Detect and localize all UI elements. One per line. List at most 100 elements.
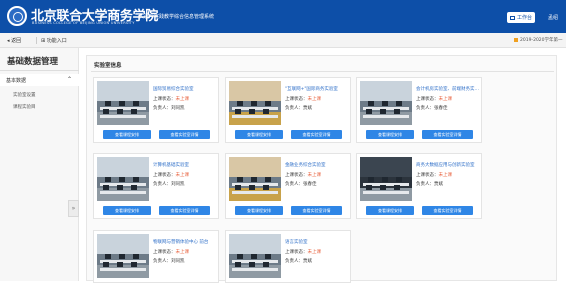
lab-name[interactable]: 语言实验室 (285, 239, 349, 245)
lab-manager: 负责人：刘同凯 (153, 105, 185, 111)
view-schedule-button[interactable]: 查看课程安排 (235, 130, 283, 139)
lab-status: 上课状态：未上课 (153, 172, 189, 178)
status-value: 未上课 (307, 173, 322, 178)
menu-group-basic-data[interactable]: 基本数据 ⌃ (0, 74, 79, 86)
lab-status: 上课状态：未上课 (416, 96, 452, 102)
page-title: 实验室信息 (94, 63, 122, 69)
view-lab-detail-button[interactable]: 查看实验室详情 (159, 130, 210, 139)
menu-group-label: 基本数据 (6, 78, 27, 84)
lab-photo[interactable] (360, 157, 412, 201)
lab-card: 金融业务综合实验室 上课状态：未上课 负责人：张春佳 查看课程安排 查看实验室详情 (225, 153, 351, 219)
lab-manager: 负责人：贾斌 (285, 105, 312, 111)
manager-value: 刘同凯 (171, 182, 185, 187)
sidebar: 基础数据管理 基本数据 ⌃ 实验室设置 课程实验目 » (0, 48, 79, 281)
status-value: 未上课 (438, 173, 453, 178)
manager-label: 负责人： (285, 106, 303, 111)
divider (0, 70, 79, 71)
breadcrumb-bar: ◂ 返回 ⊞ 功能入口 2019-2020学年第一 (0, 33, 566, 48)
status-value: 未上课 (175, 97, 190, 102)
lab-photo[interactable] (229, 234, 281, 278)
sidebar-item-lab-settings[interactable]: 实验室设置 (13, 92, 36, 98)
lab-status: 上课状态：未上课 (416, 172, 452, 178)
sidebar-item-course-experiments[interactable]: 课程实验目 (13, 104, 36, 110)
lab-manager: 负责人：贾斌 (285, 258, 312, 264)
divider (36, 37, 37, 44)
view-schedule-button[interactable]: 查看课程安排 (366, 206, 414, 215)
workbench-label: 工作台 (516, 15, 532, 21)
top-header: 北京联合大学商务学院 BUSINESS COLLEGE OF BEIJING U… (0, 0, 566, 33)
user-name[interactable]: 孟绍 (548, 14, 558, 21)
status-label: 上课状态： (285, 97, 308, 102)
view-schedule-button[interactable]: 查看课程安排 (103, 206, 151, 215)
manager-value: 刘同凯 (171, 106, 185, 111)
lab-status: 上课状态：未上课 (285, 172, 321, 178)
lab-card: 国际贸易综合实验室 上课状态：未上课 负责人：刘同凯查看课程安排 查看实验室详情 (93, 77, 219, 143)
manager-value: 贾斌 (434, 182, 443, 187)
manager-label: 负责人： (153, 106, 171, 111)
manager-value: 贾斌 (303, 259, 312, 264)
semester-label[interactable]: 2019-2020学年第一 (514, 37, 563, 43)
manager-label: 负责人： (285, 259, 303, 264)
lab-photo[interactable] (229, 157, 281, 201)
lab-card: 语言实验室 上课状态：未上课 负责人：贾斌 (225, 230, 351, 283)
status-label: 上课状态： (153, 173, 176, 178)
manager-label: 负责人： (416, 182, 434, 187)
lab-name[interactable]: 金融业务综合实验室 (285, 162, 349, 168)
lab-status: 上课状态：未上课 (153, 249, 189, 255)
lab-name[interactable]: 国际贸易综合实验室 (153, 86, 217, 92)
lab-card: 物联网与营销体验中心 前台 上课状态：未上课 负责人：刘同凯 (93, 230, 219, 283)
sidebar-title: 基础数据管理 (7, 57, 59, 67)
status-label: 上课状态： (285, 173, 308, 178)
lab-manager: 负责人：刘同凯 (153, 258, 185, 264)
lab-card: 商务大数据应用与创新实验室 上课状态：未上课 负责人：贾斌 查看课程安排 查看实验室详情 (356, 153, 482, 219)
manager-label: 负责人： (153, 182, 171, 187)
system-name: 实验与实践教学综合信息管理系统 (139, 14, 215, 20)
lab-photo[interactable] (97, 157, 149, 201)
status-label: 上课状态： (153, 250, 176, 255)
back-link[interactable]: ◂ 返回 (7, 37, 21, 44)
lab-photo[interactable] (229, 81, 281, 125)
lab-name[interactable]: 物联网与营销体验中心 前台 (153, 239, 217, 245)
lab-manager: 负责人：刘同凯 (153, 181, 185, 187)
lab-name[interactable]: 会计机房实验室、前端财务实验室 (416, 86, 480, 92)
workbench-button[interactable]: 工作台 (507, 12, 535, 23)
lab-status: 上课状态：未上课 (153, 96, 189, 102)
collapse-sidebar-handle[interactable]: » (68, 200, 79, 217)
status-label: 上课状态： (416, 173, 439, 178)
lab-card: 会计机房实验室、前端财务实验室 上课状态：未上课 负责人：张春佳查看课程安排 查看实验… (356, 77, 482, 143)
brand-subtitle: BUSINESS COLLEGE OF BEIJING UNION UNIVER… (32, 21, 135, 25)
lab-name[interactable]: 商务大数据应用与创新实验室 (416, 162, 480, 168)
lab-photo[interactable] (97, 81, 149, 125)
status-value: 未上课 (175, 250, 190, 255)
view-lab-detail-button[interactable]: 查看实验室详情 (291, 130, 342, 139)
view-schedule-button[interactable]: 查看课程安排 (366, 130, 414, 139)
view-lab-detail-button[interactable]: 查看实验室详情 (291, 206, 342, 215)
view-schedule-button[interactable]: 查看课程安排 (103, 130, 151, 139)
lab-status: 上课状态：未上课 (285, 96, 321, 102)
university-seal-icon (7, 6, 27, 26)
status-value: 未上课 (438, 97, 453, 102)
lab-card: "互联网+"国际商务实验室 上课状态：未上课 负责人：贾斌 查看课程安排 查看实验室详情 (225, 77, 351, 143)
manager-label: 负责人： (416, 106, 434, 111)
lab-photo[interactable] (360, 81, 412, 125)
view-schedule-button[interactable]: 查看课程安排 (235, 206, 283, 215)
lab-photo[interactable] (97, 234, 149, 278)
manager-label: 负责人： (153, 259, 171, 264)
view-lab-detail-button[interactable]: 查看实验室详情 (159, 206, 210, 215)
status-value: 未上课 (307, 97, 322, 102)
lab-manager: 负责人：张春佳 (285, 181, 317, 187)
manager-label: 负责人： (285, 182, 303, 187)
view-lab-detail-button[interactable]: 查看实验室详情 (422, 130, 473, 139)
function-entry-link[interactable]: ⊞ 功能入口 (41, 37, 67, 44)
lab-manager: 负责人：贾斌 (416, 181, 443, 187)
divider (91, 71, 554, 72)
status-value: 未上课 (307, 250, 322, 255)
manager-value: 贾斌 (303, 106, 312, 111)
lab-card: 计算机基础实验室 上课状态：未上课 负责人：刘同凯查看课程安排 查看实验室详情 (93, 153, 219, 219)
lab-manager: 负责人：张春佳 (416, 105, 448, 111)
lab-name[interactable]: 计算机基础实验室 (153, 162, 217, 168)
status-label: 上课状态： (285, 250, 308, 255)
lab-name[interactable]: "互联网+"国际商务实验室 (285, 86, 349, 92)
lab-status: 上课状态：未上课 (285, 249, 321, 255)
view-lab-detail-button[interactable]: 查看实验室详情 (422, 206, 473, 215)
